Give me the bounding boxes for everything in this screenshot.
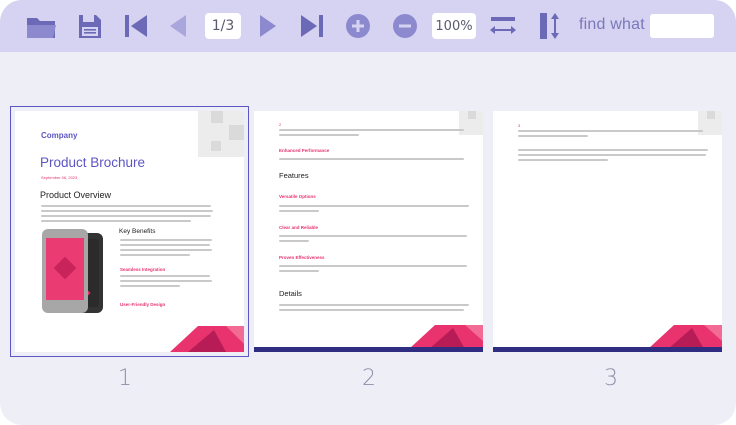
footer-bar <box>493 347 722 352</box>
proven-heading: Proven Effectiveness <box>279 255 325 260</box>
zoom-out-icon[interactable] <box>391 11 419 41</box>
corner-square <box>468 111 476 119</box>
pdf-viewer: 1/3 100% find what Company Product Broch… <box>0 0 736 425</box>
details-heading: Details <box>279 289 302 298</box>
page-number-1: 1 <box>118 366 132 391</box>
overview-heading: Product Overview <box>40 190 112 200</box>
footer-bar <box>254 347 483 352</box>
key-benefits-heading: Key Benefits <box>119 228 156 235</box>
page-thumbnail-2[interactable]: 2 Enhanced Performance Features Versatil… <box>254 111 483 352</box>
userfriendly-heading: User-Friendly Design <box>120 302 166 307</box>
corner-square <box>707 111 715 119</box>
features-heading: Features <box>279 171 309 180</box>
last-page-icon[interactable] <box>298 11 326 41</box>
corner-square <box>211 111 223 123</box>
first-page-icon[interactable] <box>122 11 150 41</box>
find-input[interactable] <box>650 14 714 38</box>
page-thumbnail-3[interactable]: 3 <box>493 111 722 352</box>
enhanced-heading: Enhanced Performance <box>279 148 330 153</box>
seamless-heading: Seamless Integration <box>120 267 166 272</box>
next-page-icon[interactable] <box>258 11 278 41</box>
fit-height-icon[interactable] <box>537 11 563 41</box>
date-label: September 06, 2023 <box>41 175 78 180</box>
find-label: find what <box>579 16 645 33</box>
page-title: Product Brochure <box>40 155 146 170</box>
toolbar: 1/3 100% find what <box>0 0 736 52</box>
page-number-2: 2 <box>362 366 376 391</box>
page-number-3: 3 <box>604 366 618 391</box>
save-icon[interactable] <box>77 11 103 41</box>
page-thumbnail-1[interactable]: Company Product Brochure September 06, 2… <box>10 106 249 357</box>
versatile-heading: Versatile Options <box>279 194 316 199</box>
corner-square <box>229 125 244 140</box>
fit-width-icon[interactable] <box>488 11 518 41</box>
open-folder-icon[interactable] <box>24 11 58 41</box>
page-label: 2 <box>279 122 282 127</box>
clear-heading: Clear and Reliable <box>279 225 319 230</box>
corner-square <box>211 141 221 151</box>
company-label: Company <box>41 131 78 140</box>
zoom-in-icon[interactable] <box>344 11 372 41</box>
zoom-level[interactable]: 100% <box>432 13 476 39</box>
phone-image-front <box>42 229 88 313</box>
page-label: 3 <box>518 123 521 128</box>
corner-graphic <box>170 326 244 352</box>
previous-page-icon[interactable] <box>168 11 188 41</box>
page-indicator: 1/3 <box>205 13 241 39</box>
